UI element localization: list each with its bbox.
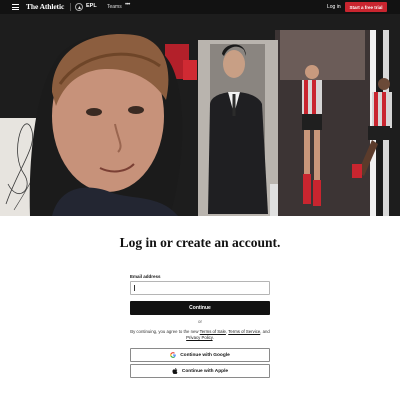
hamburger-icon[interactable] xyxy=(12,4,19,10)
text-caret xyxy=(134,285,135,291)
email-field[interactable] xyxy=(130,281,270,295)
terms-prefix: By continuing, you agree to the new xyxy=(130,329,200,334)
google-icon xyxy=(170,352,176,358)
league-link[interactable]: EPL xyxy=(86,3,97,9)
email-field-label: Email address xyxy=(130,274,161,279)
terms-of-sale-link[interactable]: Terms of Sale xyxy=(200,329,226,334)
top-navigation-bar: The Athletic EPL Teams ••• Log in Start … xyxy=(0,0,400,14)
hero-illustration xyxy=(0,14,400,216)
nav-divider xyxy=(70,3,71,11)
terms-end: . xyxy=(212,335,214,341)
brand-logo[interactable]: The Athletic xyxy=(26,2,64,11)
ellipsis-icon[interactable]: ••• xyxy=(125,2,130,8)
or-separator: or xyxy=(197,319,202,324)
premier-league-logo-icon[interactable] xyxy=(75,3,83,11)
hero-collage-image xyxy=(0,14,400,216)
start-free-trial-button[interactable]: Start a free trial xyxy=(345,2,387,12)
google-button-label: Continue with Google xyxy=(180,352,230,358)
continue-with-apple-button[interactable]: Continue with Apple xyxy=(130,364,270,378)
terms-and: , and xyxy=(260,329,270,334)
apple-button-label: Continue with Apple xyxy=(181,368,229,374)
login-link[interactable]: Log in xyxy=(327,4,341,10)
page-title: Log in or create an account. xyxy=(119,235,281,250)
teams-menu-link[interactable]: Teams xyxy=(107,4,122,10)
continue-button[interactable]: Continue xyxy=(130,301,270,315)
terms-notice: By continuing, you agree to the new Term… xyxy=(128,329,272,342)
terms-of-service-link[interactable]: Terms of Service xyxy=(228,329,260,334)
continue-with-google-button[interactable]: Continue with Google xyxy=(130,348,270,362)
apple-icon xyxy=(172,368,178,374)
privacy-policy-link[interactable]: Privacy Policy xyxy=(186,335,212,340)
